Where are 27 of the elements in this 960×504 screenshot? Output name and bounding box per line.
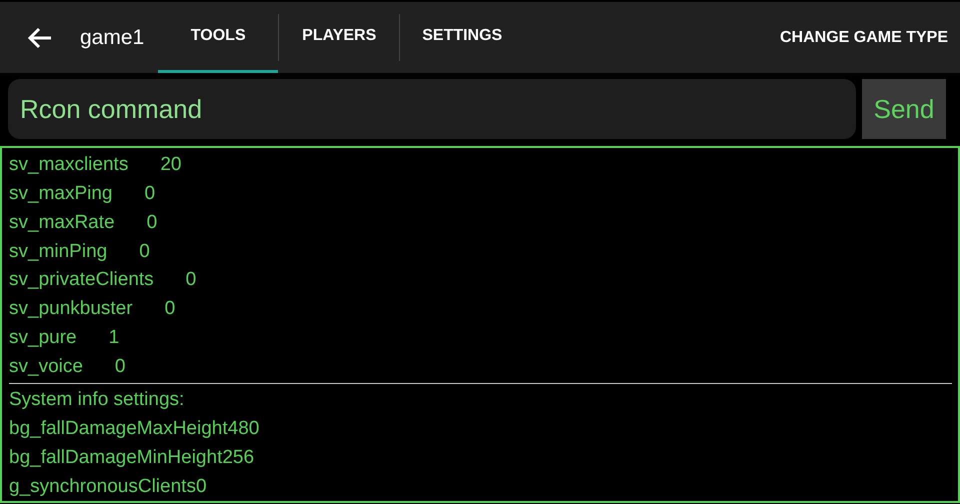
game-title: game1 [80, 26, 144, 50]
info-line: bg_fallDamageMinHeight256 [9, 446, 254, 469]
setting-name: sv_punkbuster [9, 298, 133, 320]
tab[interactable]: SETTINGS [400, 2, 524, 73]
change-game-type-button[interactable]: CHANGE GAME TYPE [768, 2, 960, 73]
setting-name: sv_pure [9, 326, 77, 349]
setting-name: sv_privateClients [9, 269, 154, 292]
setting-value: 0 [139, 240, 150, 263]
send-button[interactable]: Send [862, 79, 946, 139]
setting-value: 1 [108, 326, 120, 349]
setting-value: 0 [144, 183, 156, 206]
setting-value: 0 [146, 212, 158, 234]
setting-value: 0 [186, 269, 196, 292]
setting-name: sv_minPing [9, 240, 108, 263]
setting-name: sv_voice [9, 356, 83, 378]
setting-name: sv_maxPing [9, 183, 112, 206]
setting-name: sv_maxRate [9, 212, 115, 234]
setting-value: 20 [160, 154, 182, 176]
section-title: System info settings: [9, 389, 184, 412]
tab[interactable]: PLAYERS [279, 2, 400, 73]
info-line: bg_fallDamageMaxHeight480 [9, 418, 260, 440]
setting-name: sv_maxclients [9, 154, 128, 176]
command-input-field[interactable]: Rcon command [8, 79, 856, 139]
back-arrow-icon [27, 26, 53, 48]
setting-value: 0 [164, 298, 176, 320]
info-line: g_synchronousClients0 [9, 476, 207, 498]
setting-value: 0 [114, 356, 126, 378]
